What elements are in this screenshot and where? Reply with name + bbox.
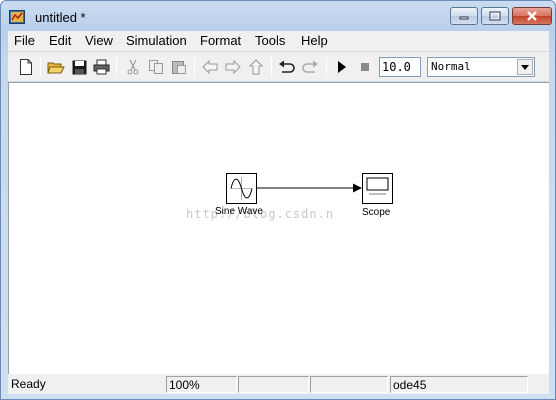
forward-icon bbox=[225, 60, 241, 74]
stop-simulation-icon bbox=[361, 63, 369, 71]
new-model-icon bbox=[20, 59, 32, 75]
print-icon bbox=[93, 59, 109, 75]
menu-bar: File Edit View Simulation Format Tools H… bbox=[8, 31, 549, 51]
open-button[interactable] bbox=[45, 56, 67, 78]
menu-edit[interactable]: Edit bbox=[49, 33, 71, 48]
new-model-button[interactable] bbox=[15, 56, 37, 78]
simulink-app-icon bbox=[9, 9, 25, 25]
simulation-mode-dropdown-button[interactable] bbox=[517, 59, 533, 75]
stop-simulation-button[interactable] bbox=[354, 56, 376, 78]
redo-button[interactable] bbox=[299, 56, 321, 78]
undo-icon bbox=[279, 60, 295, 73]
copy-button[interactable] bbox=[145, 56, 167, 78]
status-ready: Ready bbox=[11, 377, 46, 391]
paste-button[interactable] bbox=[168, 56, 190, 78]
menu-view[interactable]: View bbox=[85, 33, 113, 48]
sine-wave-label: Sine Wave bbox=[215, 206, 263, 217]
model-canvas[interactable]: http://blog.csdn.n Sine Wave Scope bbox=[8, 82, 549, 374]
window-title: untitled * bbox=[35, 10, 86, 25]
title-bar[interactable]: untitled * bbox=[1, 1, 555, 31]
close-icon bbox=[527, 11, 537, 21]
minimize-icon bbox=[459, 16, 469, 20]
sine-wave-icon bbox=[230, 177, 253, 200]
status-blank-2 bbox=[310, 376, 388, 393]
arrowhead-icon bbox=[353, 183, 362, 193]
copy-icon bbox=[149, 60, 163, 74]
simulation-mode-select[interactable]: Normal bbox=[427, 57, 535, 77]
chevron-down-icon bbox=[521, 64, 529, 70]
undo-button[interactable] bbox=[276, 56, 298, 78]
minimize-button[interactable] bbox=[450, 7, 478, 25]
start-simulation-button[interactable] bbox=[331, 56, 353, 78]
menu-format[interactable]: Format bbox=[200, 33, 241, 48]
status-zoom: 100% bbox=[166, 376, 237, 393]
status-bar: Ready 100% ode45 bbox=[8, 374, 549, 394]
up-icon bbox=[249, 59, 263, 75]
cut-icon bbox=[127, 59, 139, 75]
menu-tools[interactable]: Tools bbox=[255, 33, 285, 48]
up-button[interactable] bbox=[245, 56, 267, 78]
menu-help[interactable]: Help bbox=[301, 33, 328, 48]
start-simulation-icon bbox=[338, 61, 346, 73]
paste-icon bbox=[172, 61, 186, 74]
close-button[interactable] bbox=[512, 7, 552, 25]
scope-icon bbox=[366, 177, 389, 195]
cut-button[interactable] bbox=[122, 56, 144, 78]
print-button[interactable] bbox=[90, 56, 112, 78]
maximize-icon bbox=[489, 11, 501, 21]
menu-simulation[interactable]: Simulation bbox=[126, 33, 187, 48]
sine-wave-block[interactable] bbox=[226, 173, 257, 204]
back-button[interactable] bbox=[199, 56, 221, 78]
signal-line[interactable] bbox=[257, 182, 363, 194]
maximize-button[interactable] bbox=[481, 7, 509, 25]
save-button[interactable] bbox=[68, 56, 90, 78]
stop-time-input[interactable]: 10.0 bbox=[379, 57, 421, 77]
model-window: untitled * File Edit View Simulation For… bbox=[0, 0, 556, 400]
scope-block[interactable] bbox=[362, 173, 393, 204]
menu-file[interactable]: File bbox=[14, 33, 35, 48]
simulation-mode-value: Normal bbox=[431, 60, 471, 73]
forward-button[interactable] bbox=[222, 56, 244, 78]
back-icon bbox=[202, 60, 218, 74]
status-solver: ode45 bbox=[390, 376, 528, 393]
open-icon bbox=[47, 62, 65, 73]
toolbar: 10.0 Normal bbox=[8, 51, 549, 81]
save-icon bbox=[72, 60, 86, 74]
redo-icon bbox=[302, 60, 318, 73]
scope-label: Scope bbox=[362, 207, 391, 218]
status-blank-1 bbox=[238, 376, 309, 393]
